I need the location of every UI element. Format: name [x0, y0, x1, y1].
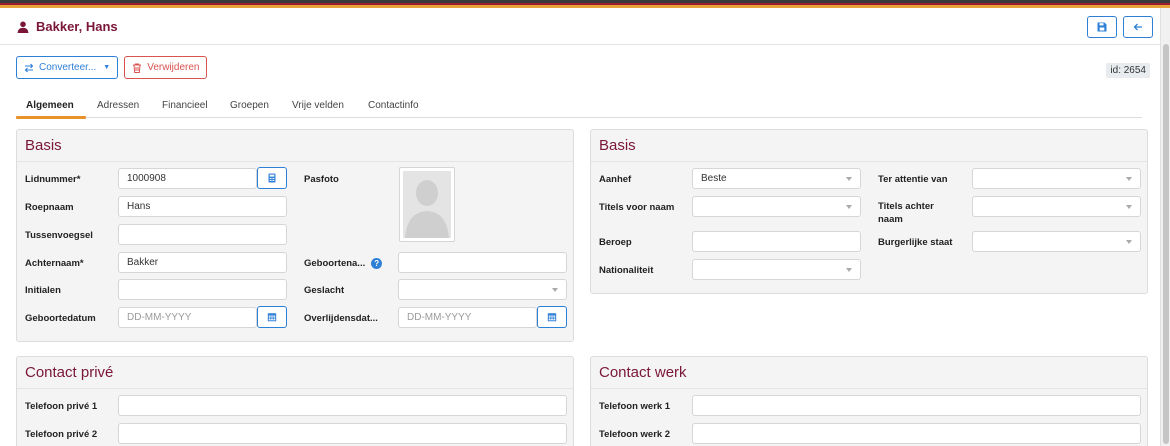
- save-icon: [1097, 22, 1107, 32]
- divider: [17, 161, 573, 162]
- tussenvoegsel-label: Tussenvoegsel: [25, 230, 93, 241]
- beroep-label: Beroep: [599, 237, 632, 248]
- tab-label: Adressen: [97, 100, 140, 111]
- active-tab-indicator: [16, 116, 86, 119]
- initialen-label: Initialen: [25, 285, 61, 296]
- pasfoto-label: Pasfoto: [304, 174, 339, 185]
- tab-financieel[interactable]: Financieel: [162, 100, 208, 111]
- tab-label: Financieel: [162, 100, 208, 111]
- overlijdensdatum-input[interactable]: DD-MM-YYYY: [398, 307, 537, 328]
- record-id-badge: id: 2654: [1106, 63, 1150, 78]
- overlijdensdatum-label: Overlijdensdat...: [304, 313, 378, 324]
- divider: [591, 388, 1147, 389]
- tab-adressen[interactable]: Adressen: [97, 100, 139, 111]
- telefoon-prive-2-label: Telefoon privé 2: [25, 429, 98, 440]
- passport-photo[interactable]: [399, 167, 455, 242]
- delete-label: Verwijderen: [147, 62, 200, 73]
- panel-title: Contact werk: [599, 364, 687, 381]
- brand-stripe: [0, 0, 1170, 8]
- contact-werk-panel: Contact werk Telefoon werk 1 Telefoon we…: [590, 356, 1148, 446]
- telefoon-prive-1-label: Telefoon privé 1: [25, 401, 98, 412]
- user-icon: [17, 21, 29, 33]
- basis-panel-right: Basis Aanhef Beste Titels voor naam Bero…: [590, 129, 1148, 294]
- burgerlijke-staat-select[interactable]: [972, 231, 1141, 252]
- tab-groepen[interactable]: Groepen: [230, 100, 269, 111]
- telefoon-prive-2-input[interactable]: [118, 423, 567, 444]
- telefoon-werk-1-label: Telefoon werk 1: [599, 401, 671, 412]
- action-toolbar: Converteer... ▼ Verwijderen: [16, 56, 208, 79]
- ter-attentie-select[interactable]: [972, 168, 1141, 189]
- caret-down-icon: ▼: [103, 64, 111, 71]
- delete-button[interactable]: Verwijderen: [124, 56, 208, 79]
- panel-title: Basis: [25, 137, 62, 154]
- tab-vrije-velden[interactable]: Vrije velden: [292, 100, 344, 111]
- beroep-input[interactable]: [692, 231, 861, 252]
- tab-algemeen[interactable]: Algemeen: [26, 100, 74, 111]
- exchange-icon: [24, 63, 34, 72]
- telefoon-werk-1-input[interactable]: [692, 395, 1141, 416]
- roepnaam-input[interactable]: Hans: [118, 196, 287, 217]
- scrollbar-thumb[interactable]: [1163, 44, 1169, 444]
- calendar-icon: [547, 313, 557, 322]
- burgerlijke-staat-label: Burgerlijke staat: [878, 237, 953, 248]
- nationaliteit-label: Nationaliteit: [599, 265, 654, 276]
- geboortenaam-label: Geboortena...: [304, 258, 366, 269]
- divider: [17, 388, 573, 389]
- geslacht-label: Geslacht: [304, 285, 345, 296]
- vertical-scrollbar[interactable]: [1160, 8, 1170, 446]
- geboortenaam-input[interactable]: [398, 252, 567, 273]
- avatar-placeholder-icon: [403, 171, 451, 238]
- basis-panel-left: Basis Lidnummer* 1000908 Roepnaam Hans T…: [16, 129, 574, 342]
- tab-label: Vrije velden: [292, 100, 344, 111]
- geboortenaam-label-wrap: Geboortena...?: [304, 257, 383, 270]
- titels-voor-naam-label: Titels voor naam: [599, 202, 675, 213]
- record-name: Bakker, Hans: [36, 19, 118, 34]
- back-button[interactable]: [1123, 16, 1153, 38]
- aanhef-label: Aanhef: [599, 174, 632, 185]
- convert-dropdown-button[interactable]: Converteer... ▼: [16, 56, 119, 79]
- lidnummer-input[interactable]: 1000908: [118, 168, 257, 189]
- convert-label: Converteer...: [39, 62, 97, 73]
- ter-attentie-label: Ter attentie van: [878, 174, 948, 185]
- titels-achter-naam-label: Titels achter naam: [878, 201, 934, 225]
- nationaliteit-select[interactable]: [692, 259, 861, 280]
- overlijdensdatum-calendar-button[interactable]: [537, 306, 567, 328]
- tussenvoegsel-input[interactable]: [118, 224, 287, 245]
- trash-icon: [133, 63, 142, 73]
- tab-label: Algemeen: [26, 100, 74, 111]
- divider: [591, 161, 1147, 162]
- telefoon-prive-1-input[interactable]: [118, 395, 567, 416]
- title-bar: Bakker, Hans: [0, 8, 1160, 45]
- geboortedatum-label: Geboortedatum: [25, 313, 96, 324]
- tab-contactinfo[interactable]: Contactinfo: [368, 100, 419, 111]
- calendar-icon: [267, 313, 277, 322]
- calculator-button[interactable]: [257, 167, 287, 189]
- contact-prive-panel: Contact privé Telefoon privé 1 Telefoon …: [16, 356, 574, 446]
- aanhef-select[interactable]: Beste: [692, 168, 861, 189]
- titels-voor-naam-select[interactable]: [692, 196, 861, 217]
- telefoon-werk-2-input[interactable]: [692, 423, 1141, 444]
- arrow-left-icon: [1133, 23, 1142, 31]
- calculator-icon: [268, 173, 276, 183]
- save-button[interactable]: [1087, 16, 1117, 38]
- panel-title: Contact privé: [25, 364, 114, 381]
- tab-label: Groepen: [230, 100, 269, 111]
- geslacht-select[interactable]: [398, 279, 567, 300]
- titels-achter-naam-select[interactable]: [972, 196, 1141, 217]
- achternaam-input[interactable]: Bakker: [118, 252, 287, 273]
- question-icon[interactable]: ?: [371, 257, 383, 269]
- tab-label: Contactinfo: [368, 100, 419, 111]
- telefoon-werk-2-label: Telefoon werk 2: [599, 429, 671, 440]
- roepnaam-label: Roepnaam: [25, 202, 74, 213]
- panel-title: Basis: [599, 137, 636, 154]
- lidnummer-label: Lidnummer*: [25, 174, 81, 185]
- initialen-input[interactable]: [118, 279, 287, 300]
- achternaam-label: Achternaam*: [25, 258, 84, 269]
- page-title: Bakker, Hans: [17, 19, 118, 34]
- tab-bar: Algemeen Adressen Financieel Groepen Vri…: [16, 96, 1142, 119]
- geboortedatum-input[interactable]: DD-MM-YYYY: [118, 307, 257, 328]
- geboortedatum-calendar-button[interactable]: [257, 306, 287, 328]
